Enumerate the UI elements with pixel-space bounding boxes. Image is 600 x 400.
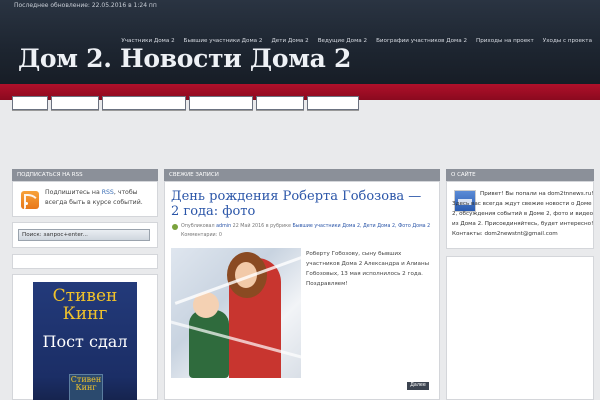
subnav-button[interactable] [102,96,186,110]
rss-text: Подпишитесь на RSS, чтобы всегда быть в … [45,189,143,206]
post-author-link[interactable]: admin [216,224,231,229]
rss-link[interactable]: RSS [102,189,114,196]
empty-widget [12,254,158,269]
book-title: Пост сдал [42,332,128,351]
post-photo[interactable] [171,248,301,378]
search-input[interactable] [18,229,150,241]
post-categories-link[interactable]: Бывшие участники Дома 2, Дети Дома 2, Фо… [292,224,430,229]
book-cover[interactable]: Стивен Кинг Пост сдал Стивен Кинг [33,282,137,400]
post-title[interactable]: День рождения Роберта Гобозова — 2 года:… [171,189,433,219]
nav-item-arrivals[interactable]: Приходы на проект [476,38,534,44]
check-icon [172,224,178,230]
subnav-button[interactable] [189,96,253,110]
photo-kid [189,310,229,378]
empty-widget-right [446,256,594,400]
rss-heading: Подписаться на RSS [12,169,158,181]
post-comments[interactable]: Комментарии: 0 [181,233,222,238]
recent-posts-heading: Свежие записи [164,169,440,181]
site-title[interactable]: Дом 2. Новости Дома 2 [18,44,351,73]
nav-item-biographies[interactable]: Биографии участников Дома 2 [376,38,467,44]
subnav-button[interactable] [51,96,99,110]
post-excerpt: Роберту Гобозову, сыну бывших участников… [306,251,430,287]
nav-item-departures[interactable]: Уходы с проекта [543,38,592,44]
subnav-button[interactable] [307,96,359,110]
about-heading: О сайте [446,169,594,181]
book-author: Стивен Кинг [52,286,118,324]
rss-box: Подпишитесь на RSS, чтобы всегда быть в … [12,181,158,217]
site-header: Последнее обновление: 22.05.2016 в 1:24 … [0,0,600,84]
subnav-button[interactable] [256,96,304,110]
sub-navigation [12,96,359,110]
read-more-button[interactable]: Далее [407,382,429,390]
book-small-author: Стивен Кинг [70,375,102,392]
about-text: Привет! Вы попали на dom2tnnews.ru! Здес… [452,191,594,237]
subnav-button[interactable] [12,96,48,110]
post-meta: Опубликовал admin 22 Май 2016 в рубрике … [181,224,431,229]
rss-icon[interactable] [21,191,39,209]
last-updated: Последнее обновление: 22.05.2016 в 1:24 … [14,2,157,9]
